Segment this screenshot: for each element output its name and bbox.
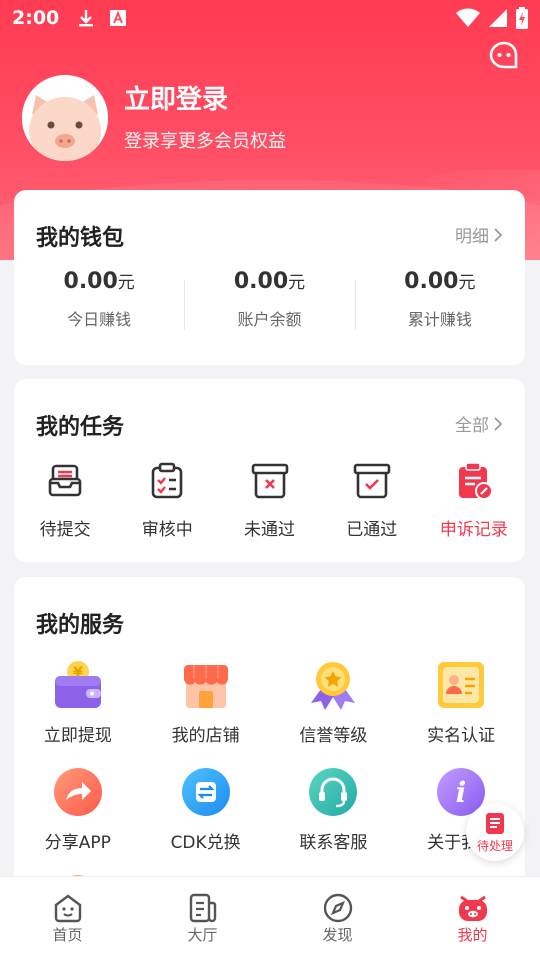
tab-discover[interactable]: 发现 (270, 877, 405, 960)
keyboard-a-icon (110, 10, 127, 26)
exchange-icon (181, 768, 230, 816)
services-title: 我的服务 (36, 613, 125, 638)
task-reviewing[interactable]: 审核中 (116, 461, 218, 540)
svg-text:i: i (456, 776, 467, 809)
login-title[interactable]: 立即登录 (124, 83, 286, 117)
chevron-right-icon (494, 227, 503, 242)
wallet-title: 我的钱包 (36, 226, 125, 251)
wallet-detail-label: 明细 (455, 227, 489, 247)
stat-label: 今日赚钱 (67, 310, 132, 329)
pending-label: 待处理 (476, 838, 513, 853)
service-contact-support[interactable]: 联系客服 (270, 766, 398, 853)
stat-unit: 元 (117, 273, 135, 293)
service-real-name[interactable]: 实名认证 (397, 659, 525, 746)
tab-home[interactable]: 首页 (0, 877, 135, 960)
tab-hall[interactable]: 大厅 (135, 877, 270, 960)
service-label: 信誉等级 (299, 726, 368, 746)
service-label: 分享APP (44, 833, 111, 853)
stat-label: 累计赚钱 (407, 310, 472, 329)
task-label: 已通过 (346, 520, 398, 540)
profile-header[interactable]: 立即登录 登录享更多会员权益 (22, 75, 286, 161)
stat-value: 0.00 (404, 269, 459, 294)
stat-value: 0.00 (233, 269, 289, 294)
task-label: 待提交 (39, 520, 91, 540)
signal-icon (489, 9, 507, 27)
services-card: 我的服务 ¥ 立即提现 我的店铺 信誉等级 实名认证 分享APP CDK兑换 联… (14, 577, 525, 923)
store-icon (183, 665, 228, 708)
task-rejected[interactable]: 未通过 (218, 461, 320, 540)
task-approved[interactable]: 已通过 (321, 461, 423, 540)
bottom-tabbar: 首页 大厅 发现 我的 (0, 876, 540, 960)
tab-label: 大厅 (187, 926, 218, 944)
chevron-right-icon (494, 416, 503, 431)
medal-icon (311, 662, 356, 710)
pig-icon (458, 895, 487, 921)
login-subtitle: 登录享更多会员权益 (124, 131, 286, 152)
document-icon (189, 893, 216, 923)
headset-icon (309, 768, 358, 816)
task-label: 审核中 (141, 520, 193, 540)
task-label: 未通过 (244, 520, 295, 540)
compass-icon (323, 893, 352, 923)
wallet-icon: ¥ (54, 661, 101, 708)
stat-unit: 元 (288, 273, 306, 293)
tasks-all-link[interactable]: 全部 (455, 411, 503, 436)
avatar[interactable] (22, 75, 108, 161)
message-icon[interactable] (488, 40, 520, 72)
wallet-detail-link[interactable]: 明细 (455, 222, 503, 247)
appeal-record-icon (458, 462, 493, 500)
wallet-card: 我的钱包 明细 0.00元 今日赚钱 0.00元 账户余额 0.00元 累计赚钱 (14, 190, 525, 365)
id-card-icon (438, 662, 485, 708)
wifi-icon (456, 8, 480, 27)
stat-unit: 元 (458, 273, 476, 293)
pig-avatar-icon (22, 75, 108, 161)
service-label: 实名认证 (427, 726, 496, 746)
home-face-icon (54, 894, 81, 923)
box-x-icon (251, 463, 288, 499)
wallet-stat-today[interactable]: 0.00元 今日赚钱 (14, 268, 184, 330)
status-time: 2:00 (12, 7, 60, 29)
inbox-icon (48, 464, 82, 497)
tab-label: 首页 (52, 926, 83, 944)
box-check-icon (353, 463, 391, 499)
clipboard-list-icon (486, 812, 504, 834)
tasks-title: 我的任务 (36, 415, 125, 440)
service-label: 我的店铺 (171, 726, 240, 746)
service-cdk-exchange[interactable]: CDK兑换 (142, 766, 270, 853)
status-bar: 2:00 (0, 0, 540, 36)
task-label: 申诉记录 (439, 520, 508, 540)
task-pending-submit[interactable]: 待提交 (14, 461, 116, 540)
clipboard-check-icon (151, 462, 183, 499)
service-my-store[interactable]: 我的店铺 (142, 659, 270, 746)
service-label: 联系客服 (299, 833, 368, 853)
tasks-all-label: 全部 (455, 416, 489, 436)
service-share-app[interactable]: 分享APP (14, 766, 142, 853)
share-icon (53, 768, 102, 816)
service-label: CDK兑换 (170, 833, 241, 853)
service-withdraw[interactable]: ¥ 立即提现 (14, 659, 142, 746)
service-label: 立即提现 (43, 726, 112, 746)
tasks-card: 我的任务 全部 待提交 审核中 未通过 已通过 申诉记录 (14, 379, 525, 562)
task-appeal-record[interactable]: 申诉记录 (423, 461, 525, 540)
stat-label: 账户余额 (237, 310, 302, 329)
wallet-stat-balance[interactable]: 0.00元 账户余额 (184, 268, 354, 330)
pending-float-button[interactable]: 待处理 (466, 803, 524, 861)
tab-label: 发现 (322, 926, 353, 944)
stat-value: 0.00 (63, 269, 118, 294)
tab-label: 我的 (457, 926, 488, 944)
battery-icon (516, 7, 528, 29)
wallet-stat-total[interactable]: 0.00元 累计赚钱 (354, 268, 525, 330)
download-icon (79, 10, 94, 27)
service-credit-level[interactable]: 信誉等级 (270, 659, 398, 746)
tab-mine[interactable]: 我的 (405, 877, 540, 960)
